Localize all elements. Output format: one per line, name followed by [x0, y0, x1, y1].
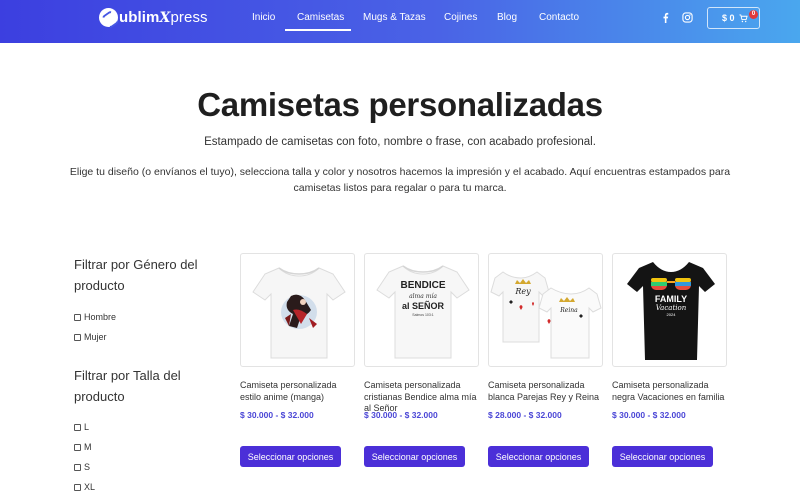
select-options-button[interactable]: Seleccionar opciones — [612, 446, 713, 467]
checkbox[interactable] — [74, 333, 81, 341]
checkbox[interactable] — [74, 313, 81, 321]
nav-cojines[interactable]: Cojines — [444, 12, 477, 23]
cart-button[interactable]: $ 0 0 — [707, 7, 760, 29]
page-intro: Elige tu diseño (o envíanos el tuyo), se… — [69, 166, 731, 194]
print-line3: al SEÑOR — [402, 301, 445, 311]
select-options-button[interactable]: Seleccionar opciones — [488, 446, 589, 467]
cart-amount: $ 0 — [722, 13, 735, 23]
tshirt-white-icon: BENDICE alma mía al SEÑOR Salmos 103:1 — [376, 265, 470, 359]
print-line1: Rey — [514, 287, 531, 296]
instagram-icon[interactable] — [682, 12, 693, 23]
filter-option-label: XL — [84, 482, 96, 492]
product-image[interactable]: BENDICE alma mía al SEÑOR Salmos 103:1 — [364, 253, 479, 367]
filter-option-label: M — [84, 442, 92, 452]
print-line2: Reina — [559, 307, 578, 314]
site-header: ublimXpress Inicio Camisetas Mugs & Taza… — [0, 0, 800, 43]
filter-option-mujer[interactable]: Mujer — [74, 332, 107, 342]
filter-option-l[interactable]: L — [74, 422, 89, 432]
filter-option-s[interactable]: S — [74, 462, 90, 472]
checkbox[interactable] — [74, 443, 81, 451]
filter-option-label: L — [84, 422, 90, 432]
logo-text-part1: ublim — [119, 9, 160, 26]
filter-option-xl[interactable]: XL — [74, 482, 95, 492]
product-price: $ 30.000 - $ 32.000 — [364, 410, 438, 420]
nav-blog[interactable]: Blog — [497, 12, 517, 23]
cart-icon — [739, 14, 748, 23]
nav-contacto[interactable]: Contacto — [539, 12, 579, 23]
page-subtitle: Estampado de camisetas con foto, nombre … — [204, 136, 596, 148]
product-image[interactable]: Rey Reina — [488, 253, 603, 367]
product-price: $ 28.000 - $ 32.000 — [488, 410, 562, 420]
tshirt-couple-icon: Rey Reina — [490, 271, 602, 359]
print-line4: Salmos 103:1 — [412, 313, 433, 317]
product-card: BENDICE alma mía al SEÑOR Salmos 103:1 C… — [364, 253, 480, 467]
product-price: $ 30.000 - $ 32.000 — [240, 410, 314, 420]
checkbox[interactable] — [74, 483, 81, 491]
print-line1: BENDICE — [400, 280, 445, 291]
tshirt-black-icon: FAMILY Vacation 2024 — [627, 262, 715, 360]
tshirt-white-icon — [252, 267, 346, 359]
filter-option-label: S — [84, 462, 91, 472]
nav-inicio[interactable]: Inicio — [252, 12, 275, 23]
logo-text-part2: press — [170, 9, 208, 26]
nav-mugs-tazas[interactable]: Mugs & Tazas — [363, 12, 426, 23]
print-line3: 2024 — [667, 312, 677, 317]
product-card: FAMILY Vacation 2024 Camiseta personaliz… — [612, 253, 728, 467]
product-price: $ 30.000 - $ 32.000 — [612, 410, 686, 420]
nav-active-indicator — [285, 29, 351, 31]
filter-option-hombre[interactable]: Hombre — [74, 312, 116, 322]
print-line2: Vacation — [656, 304, 687, 312]
filter-option-m[interactable]: M — [74, 442, 92, 452]
site-logo[interactable]: ublimXpress — [99, 8, 208, 27]
filter-option-label: Mujer — [84, 332, 107, 342]
filter-gender-title: Filtrar por Género del producto — [74, 257, 198, 293]
select-options-button[interactable]: Seleccionar opciones — [364, 446, 465, 467]
product-image[interactable]: FAMILY Vacation 2024 — [612, 253, 727, 367]
filter-size-title: Filtrar por Talla del producto — [74, 368, 181, 404]
logo-mark-icon — [99, 8, 118, 27]
checkbox[interactable] — [74, 463, 81, 471]
nav-camisetas[interactable]: Camisetas — [297, 12, 344, 23]
product-card: Camiseta personalizada estilo anime (man… — [240, 253, 356, 467]
logo-text-mark: X — [159, 10, 171, 26]
print-line2: alma mía — [409, 293, 437, 300]
cart-count-badge: 0 — [749, 10, 758, 19]
select-options-button[interactable]: Seleccionar opciones — [240, 446, 341, 467]
product-card: Rey Reina Camiseta personalizada blanca … — [488, 253, 604, 467]
print-line1: FAMILY — [655, 294, 687, 304]
checkbox[interactable] — [74, 423, 81, 431]
page-title: Camisetas personalizadas — [197, 86, 603, 123]
product-image[interactable] — [240, 253, 355, 367]
filter-option-label: Hombre — [84, 312, 117, 322]
facebook-icon[interactable] — [660, 12, 671, 23]
